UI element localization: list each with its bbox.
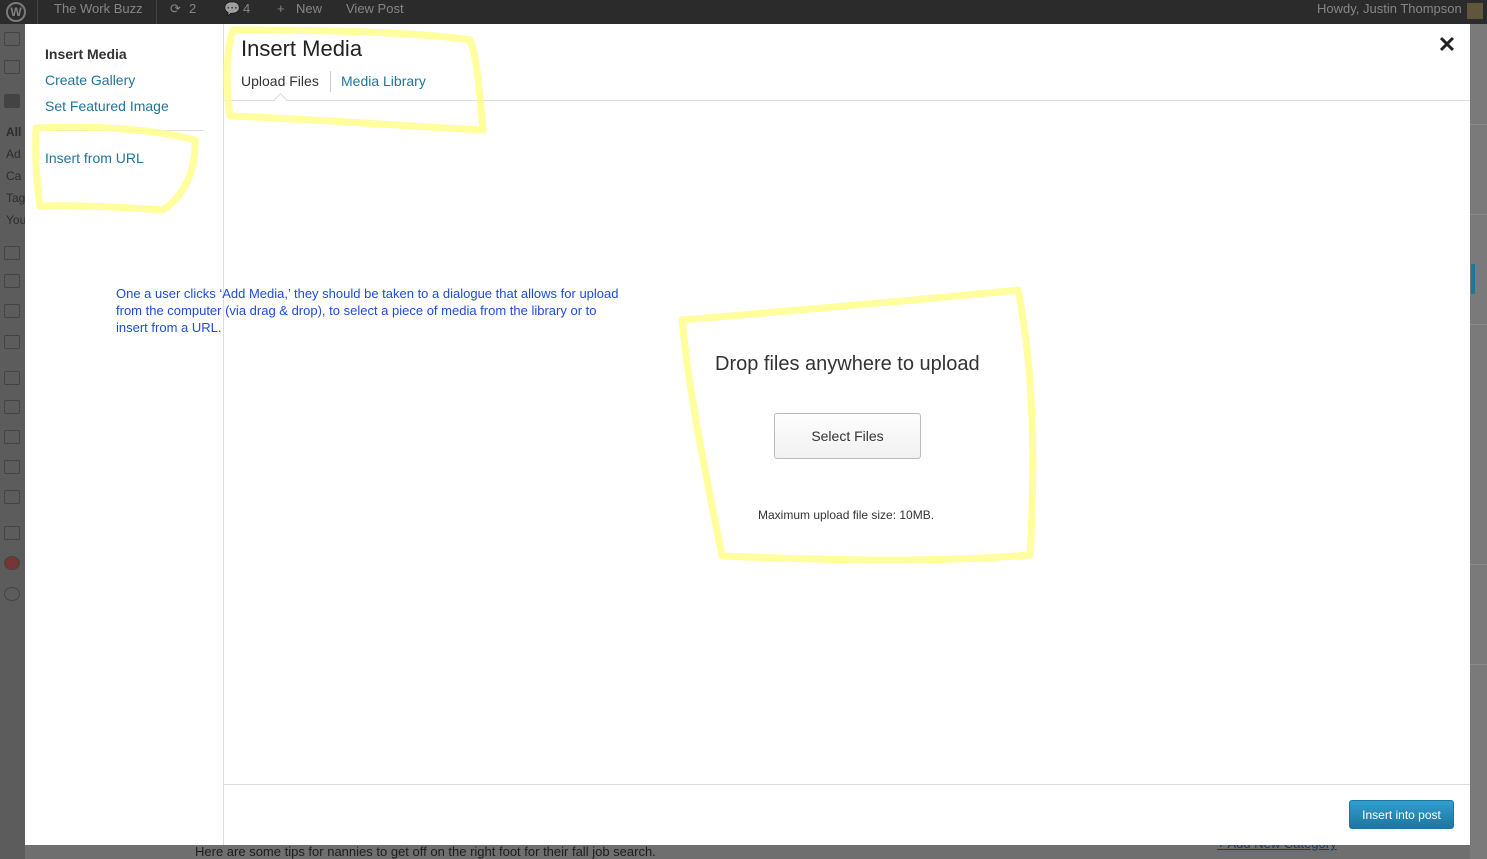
avatar[interactable] — [1467, 3, 1483, 19]
select-files-button[interactable]: Select Files — [774, 413, 921, 459]
max-upload-size: Maximum upload file size: 10MB. — [758, 508, 935, 522]
links-icon — [4, 274, 20, 288]
appearance-icon — [4, 371, 20, 385]
posts-pin-icon — [4, 94, 20, 108]
admin-side-menu: All Ad Ca Tag You — [0, 24, 27, 859]
plus-icon[interactable]: + — [277, 0, 285, 24]
active-tab-caret — [274, 93, 287, 106]
divider — [1470, 564, 1487, 565]
tools-icon — [4, 460, 20, 474]
menu-separator — [45, 130, 203, 131]
admin-bar-divider — [37, 0, 38, 24]
comments-count[interactable]: 4 — [243, 0, 250, 24]
media-icon — [4, 246, 20, 260]
menu-set-featured-image[interactable]: Set Featured Image — [45, 98, 169, 114]
divider — [1470, 214, 1487, 215]
media-modal-sidebar: Insert Media Create Gallery Set Featured… — [25, 24, 224, 845]
comments-menu-icon — [4, 335, 20, 349]
menu-create-gallery[interactable]: Create Gallery — [45, 72, 135, 88]
plugin-red-icon — [4, 556, 20, 570]
settings-icon — [4, 490, 20, 504]
header-divider — [224, 100, 1470, 101]
comments-icon[interactable]: 💬 — [224, 0, 240, 24]
media-modal: Insert Media Create Gallery Set Featured… — [25, 24, 1470, 845]
divider — [1470, 664, 1487, 665]
collapse-menu-icon — [4, 587, 20, 601]
menu-sub-item: You — [6, 213, 27, 227]
close-icon[interactable]: ✕ — [1436, 34, 1458, 56]
menu-sub-item: All — [6, 125, 22, 139]
modal-title: Insert Media — [241, 36, 363, 61]
pages-icon — [4, 304, 20, 318]
menu-insert-media[interactable]: Insert Media — [45, 46, 127, 62]
account-greeting[interactable]: Howdy, Justin Thompson — [1317, 0, 1462, 24]
drop-zone-instructions[interactable]: Drop files anywhere to upload — [715, 353, 980, 376]
stats-icon — [4, 526, 20, 540]
menu-sub-item: Ca — [6, 169, 22, 183]
footer-divider — [224, 784, 1470, 785]
dashboard-icon — [4, 32, 20, 46]
admin-bar-divider — [156, 0, 157, 24]
divider — [1470, 124, 1487, 125]
annotation-note: One a user clicks ‘Add Media,’ they shou… — [116, 286, 619, 335]
updates-count[interactable]: 2 — [189, 0, 196, 24]
shield-icon — [4, 60, 20, 74]
view-post-link[interactable]: View Post — [346, 0, 404, 24]
new-content-link[interactable]: New — [296, 0, 322, 24]
menu-insert-from-url[interactable]: Insert from URL — [45, 150, 144, 166]
site-name-link[interactable]: The Work Buzz — [54, 0, 143, 24]
background-page-right-edge — [1470, 24, 1487, 859]
admin-bar: W The Work Buzz ⟳ 2 💬 4 + New View Post … — [0, 0, 1487, 24]
background-button-edge — [1471, 264, 1475, 294]
tab-divider — [330, 71, 331, 92]
menu-sub-item: Ad — [6, 147, 21, 161]
tab-upload-files[interactable]: Upload Files — [241, 73, 319, 89]
wordpress-logo-icon[interactable]: W — [6, 2, 26, 22]
insert-into-post-button[interactable]: Insert into post — [1349, 800, 1454, 829]
updates-icon[interactable]: ⟳ — [170, 0, 181, 24]
divider — [1470, 324, 1487, 325]
menu-sub-item: Tag — [6, 191, 26, 205]
users-icon — [4, 430, 20, 444]
background-post-excerpt: Here are some tips for nannies to get of… — [195, 844, 656, 859]
tab-media-library[interactable]: Media Library — [341, 73, 426, 89]
plugins-icon — [4, 400, 20, 414]
